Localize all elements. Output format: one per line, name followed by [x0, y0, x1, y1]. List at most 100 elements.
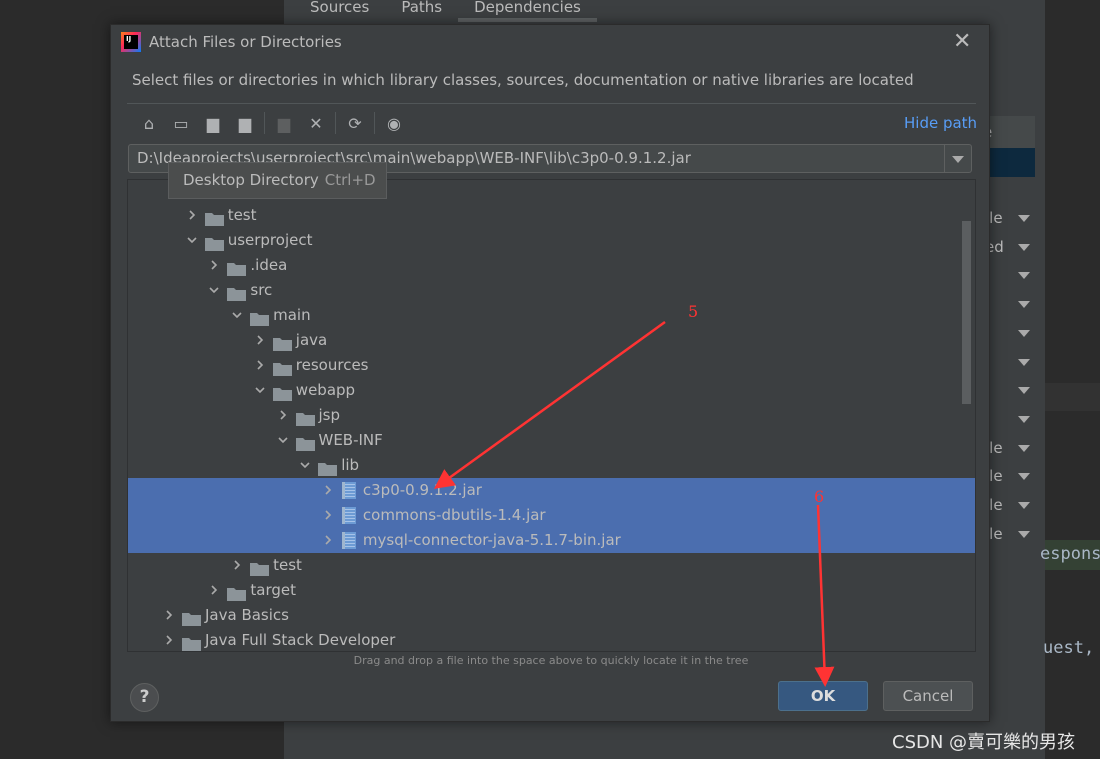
- show-hidden-icon[interactable]: ◉: [378, 111, 410, 135]
- chevron-down-icon[interactable]: [187, 235, 197, 245]
- tab-paths[interactable]: Paths: [385, 0, 458, 22]
- chevron-down-icon[interactable]: [255, 385, 265, 395]
- tree-item[interactable]: userproject: [128, 228, 975, 253]
- chevron-right-icon[interactable]: [164, 635, 174, 645]
- folder-icon: [182, 609, 201, 626]
- folder-icon: [272, 334, 292, 351]
- folder-icon: [204, 234, 224, 251]
- tree-item-label: jsp: [318, 406, 341, 424]
- chevron-down-icon[interactable]: [232, 310, 242, 320]
- hide-path-link[interactable]: Hide path: [904, 114, 977, 132]
- chevron-right-icon[interactable]: [323, 510, 333, 520]
- tab-sources[interactable]: Sources: [294, 0, 385, 22]
- chevron-right-icon[interactable]: [187, 210, 197, 220]
- tree-item-label: WEB-INF: [318, 431, 383, 449]
- tree-item-label: main: [273, 306, 311, 324]
- folder-icon: [227, 259, 247, 276]
- tree-item[interactable]: WEB-INF: [128, 428, 975, 453]
- chevron-right-icon[interactable]: [209, 585, 219, 595]
- code-fragment: espons: [1040, 544, 1100, 564]
- tree-item[interactable]: jsp: [128, 403, 975, 428]
- tree-item-label: webapp: [295, 381, 356, 399]
- tree-item[interactable]: c3p0-0.9.1.2.jar: [128, 478, 975, 503]
- tree-item-label: c3p0-0.9.1.2.jar: [362, 481, 482, 499]
- tree-item-label: Java Full Stack Developer: [205, 631, 396, 649]
- chevron-down-icon: [1018, 473, 1030, 481]
- attach-files-dialog: IJ Attach Files or Directories ✕ Select …: [110, 24, 990, 722]
- chevron-right-icon[interactable]: [278, 410, 288, 420]
- tab-dependencies[interactable]: Dependencies: [458, 0, 597, 22]
- tree-item[interactable]: target: [128, 578, 975, 603]
- folder-icon: [318, 459, 338, 476]
- tree-item[interactable]: lib: [128, 453, 975, 478]
- tree-item[interactable]: commons-dbutils-1.4.jar: [128, 503, 975, 528]
- tree-item[interactable]: webapp: [128, 378, 975, 403]
- chevron-down-icon: [1018, 502, 1030, 509]
- tree-item-label: Java Basics: [205, 606, 289, 624]
- refresh-icon[interactable]: ⟳: [339, 111, 371, 135]
- folder-icon: [272, 359, 292, 376]
- folder-icon: [295, 409, 315, 426]
- tree-item-label: src: [250, 281, 273, 299]
- tree-item[interactable]: Java Basics: [128, 603, 975, 628]
- tree-item-label: lib: [341, 456, 360, 474]
- jar-file-icon: [341, 507, 356, 524]
- tree-item[interactable]: .idea: [128, 253, 975, 278]
- chevron-down-icon: [1018, 329, 1030, 337]
- chevron-right-icon[interactable]: [323, 485, 333, 495]
- home-icon[interactable]: ⌂: [133, 111, 165, 135]
- code-fragment: uest,: [1043, 638, 1095, 658]
- tree-item[interactable]: test: [128, 203, 975, 228]
- tree-item-label: resources: [295, 356, 369, 374]
- file-tree[interactable]: test userproject .idea src main java resources…: [127, 179, 976, 652]
- ok-button[interactable]: OK: [778, 681, 868, 711]
- divider: [127, 103, 976, 104]
- annotation-label-6: 6: [814, 487, 825, 506]
- path-history-dropdown[interactable]: [944, 145, 971, 172]
- folder-icon: [227, 284, 247, 301]
- tree-item-label: java: [295, 331, 328, 349]
- dialog-title: Attach Files or Directories: [149, 33, 342, 51]
- chevron-right-icon[interactable]: [164, 610, 174, 620]
- tooltip-shortcut: Ctrl+D: [324, 171, 376, 189]
- chevron-down-icon[interactable]: [300, 460, 310, 470]
- new-folder-icon[interactable]: ▆: [268, 111, 300, 135]
- folder-icon: [250, 309, 270, 326]
- divider: [264, 112, 265, 134]
- tree-item[interactable]: Java Full Stack Developer: [128, 628, 975, 651]
- tree-item[interactable]: java: [128, 328, 975, 353]
- chevron-right-icon[interactable]: [255, 335, 265, 345]
- chevron-right-icon[interactable]: [323, 535, 333, 545]
- folder-icon: [204, 209, 224, 226]
- help-button[interactable]: ?: [130, 683, 159, 712]
- tree-item[interactable]: src: [128, 278, 975, 303]
- chevron-down-icon[interactable]: [209, 285, 219, 295]
- delete-icon[interactable]: ✕: [300, 111, 332, 135]
- drag-drop-hint: Drag and drop a file into the space abov…: [353, 654, 749, 667]
- divider: [335, 112, 336, 134]
- desktop-icon[interactable]: ▭: [165, 111, 197, 135]
- tree-item[interactable]: main: [128, 303, 975, 328]
- tree-item[interactable]: mysql-connector-java-5.1.7-bin.jar: [128, 528, 975, 553]
- project-folder-icon[interactable]: ▆: [197, 111, 229, 135]
- tree-item-label: .idea: [250, 256, 288, 274]
- annotation-label-5: 5: [688, 302, 699, 321]
- tree-item-label: target: [250, 581, 296, 599]
- tree-scrollbar[interactable]: [962, 221, 971, 404]
- chevron-down-icon[interactable]: [277, 435, 288, 445]
- chevron-down-icon: [1018, 530, 1030, 538]
- tree-item[interactable]: resources: [128, 353, 975, 378]
- intellij-logo-icon: IJ: [121, 32, 141, 52]
- chevron-right-icon[interactable]: [255, 360, 265, 370]
- chevron-down-icon: [1018, 358, 1030, 366]
- chevron-right-icon[interactable]: [209, 260, 219, 270]
- watermark: CSDN @賣可樂的男孩: [892, 732, 1076, 753]
- module-folder-icon[interactable]: ▆: [229, 111, 261, 135]
- tree-item[interactable]: test: [128, 553, 975, 578]
- chevron-down-icon: [1018, 387, 1030, 395]
- close-icon[interactable]: ✕: [953, 29, 971, 54]
- cancel-button[interactable]: Cancel: [883, 681, 973, 711]
- tab-bar: Sources Paths Dependencies: [294, 0, 597, 22]
- tree-item-label: commons-dbutils-1.4.jar: [362, 506, 546, 524]
- chevron-right-icon[interactable]: [232, 560, 242, 570]
